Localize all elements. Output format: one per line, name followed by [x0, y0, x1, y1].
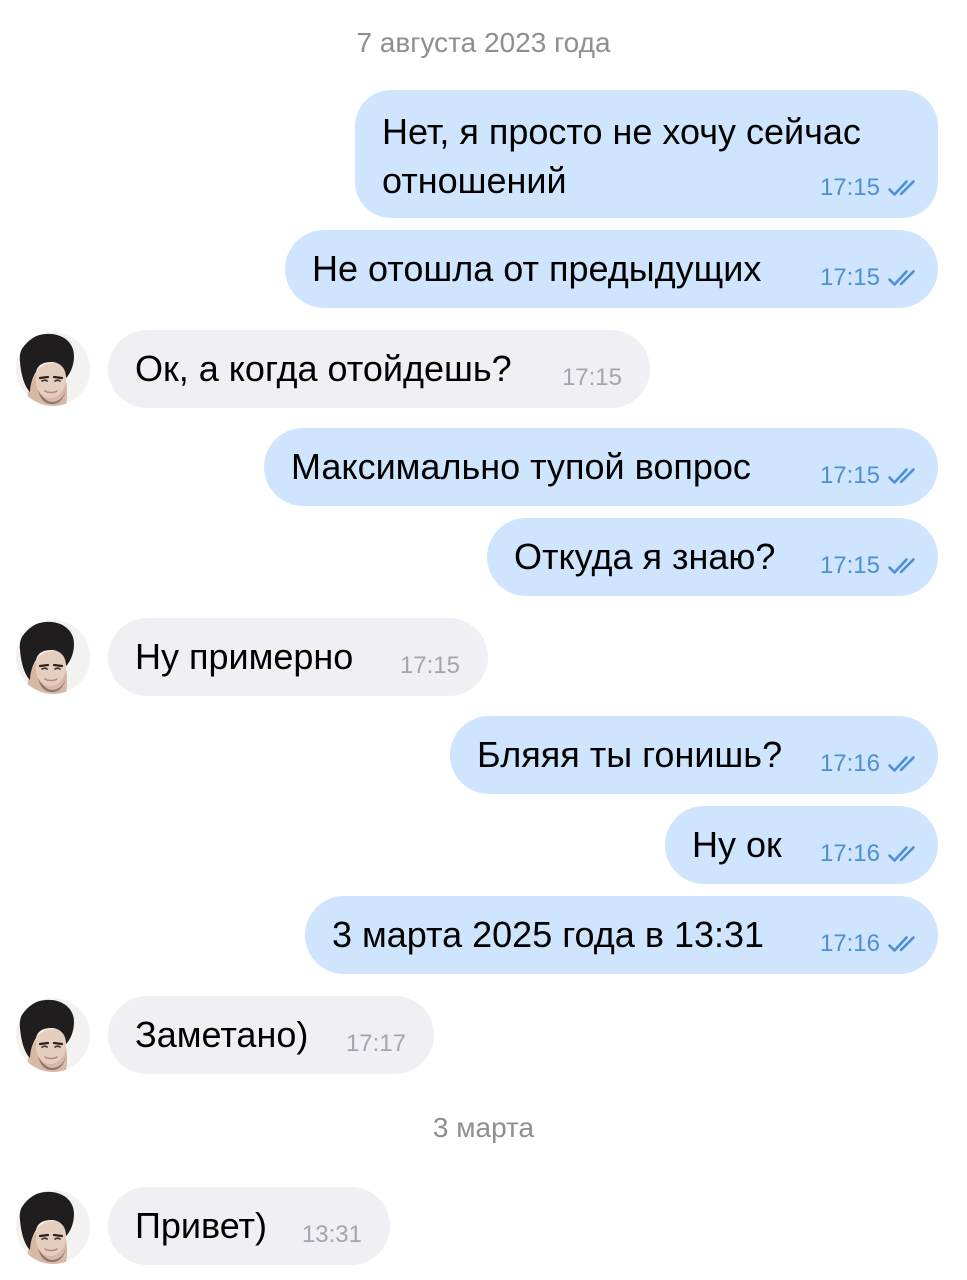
- message-text: Заметано): [135, 1014, 309, 1055]
- message-text: Откуда я знаю?: [514, 536, 776, 577]
- double-check-icon: [888, 844, 920, 864]
- message-text: Ну ок: [692, 824, 782, 865]
- message-bubble-outgoing[interactable]: 3 марта 2025 года в 13:31 17:16: [305, 896, 938, 974]
- message-time: 17:15: [819, 462, 880, 489]
- message-time: 17:15: [819, 264, 880, 291]
- message-text: Не отошла от предыдущих: [312, 248, 762, 289]
- double-check-icon: [888, 178, 920, 198]
- message-time: 17:17: [345, 1030, 406, 1057]
- message-bubble-outgoing[interactable]: Ну ок 17:16: [665, 806, 938, 884]
- message-meta: 17:15: [820, 174, 920, 202]
- avatar-photo: [16, 998, 90, 1072]
- message-meta: 17:15: [820, 552, 920, 580]
- message-text: Ну примерно: [135, 636, 354, 677]
- message-bubble-incoming[interactable]: Заметано) 17:17: [108, 996, 434, 1074]
- message-bubble-outgoing[interactable]: Бляяя ты гонишь? 17:16: [450, 716, 938, 794]
- message-time: 17:15: [561, 364, 622, 391]
- message-time: 17:15: [819, 552, 880, 579]
- message-meta: 17:15: [820, 264, 920, 292]
- message-time: 13:31: [301, 1221, 362, 1248]
- contact-avatar[interactable]: [16, 332, 90, 406]
- message-text: Привет): [135, 1205, 268, 1246]
- message-time: 17:16: [819, 930, 880, 957]
- contact-avatar[interactable]: [16, 620, 90, 694]
- double-check-icon: [888, 934, 920, 954]
- avatar-photo: [16, 332, 90, 406]
- avatar-photo: [16, 620, 90, 694]
- message-text-line: отношений: [382, 160, 567, 201]
- message-bubble-outgoing[interactable]: Нет, я просто не хочу сейчас отношений 1…: [355, 90, 938, 218]
- message-bubble-incoming[interactable]: Ок, а когда отойдешь? 17:15: [108, 330, 650, 408]
- message-time: 17:15: [819, 174, 880, 201]
- message-time: 17:16: [819, 840, 880, 867]
- message-text: Нет, я просто не хочу сейчас отношений: [382, 107, 861, 205]
- message-time: 17:15: [399, 652, 460, 679]
- message-meta: 17:17: [346, 1030, 406, 1058]
- double-check-icon: [888, 268, 920, 288]
- message-meta: 17:15: [562, 364, 622, 392]
- message-meta: 17:15: [400, 652, 460, 680]
- message-meta: 17:16: [820, 930, 920, 958]
- message-meta: 17:16: [820, 840, 920, 868]
- message-bubble-incoming[interactable]: Привет) 13:31: [108, 1187, 390, 1265]
- double-check-icon: [888, 466, 920, 486]
- contact-avatar[interactable]: [16, 998, 90, 1072]
- double-check-icon: [888, 754, 920, 774]
- date-separator: 7 августа 2023 года: [356, 27, 611, 58]
- message-text: Бляяя ты гонишь?: [477, 734, 783, 775]
- message-text: Ок, а когда отойдешь?: [135, 348, 512, 389]
- message-meta: 13:31: [302, 1221, 362, 1249]
- message-meta: 17:15: [820, 462, 920, 490]
- message-text-line: Нет, я просто не хочу сейчас: [382, 111, 861, 152]
- message-bubble-outgoing[interactable]: Откуда я знаю? 17:15: [487, 518, 938, 596]
- date-separator: 3 марта: [432, 1112, 535, 1143]
- message-bubble-outgoing[interactable]: Максимально тупой вопрос 17:15: [264, 428, 938, 506]
- message-text: Максимально тупой вопрос: [291, 446, 751, 487]
- avatar-photo: [16, 1190, 90, 1264]
- message-bubble-incoming[interactable]: Ну примерно 17:15: [108, 618, 488, 696]
- message-meta: 17:16: [820, 750, 920, 778]
- double-check-icon: [888, 556, 920, 576]
- message-bubble-outgoing[interactable]: Не отошла от предыдущих 17:15: [285, 230, 938, 308]
- contact-avatar[interactable]: [16, 1190, 90, 1264]
- message-time: 17:16: [819, 750, 880, 777]
- message-text: 3 марта 2025 года в 13:31: [332, 914, 765, 955]
